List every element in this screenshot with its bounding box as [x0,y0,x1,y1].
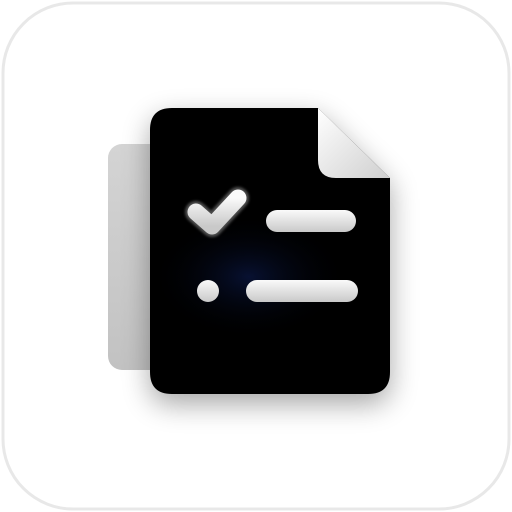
checklist-line-1 [266,210,356,232]
checklist-line-2 [246,280,358,302]
checklist-document-icon [1,1,511,511]
app-icon-tile[interactable] [0,0,512,512]
bullet-dot-icon [197,280,219,302]
app-icon-canvas [0,0,512,512]
